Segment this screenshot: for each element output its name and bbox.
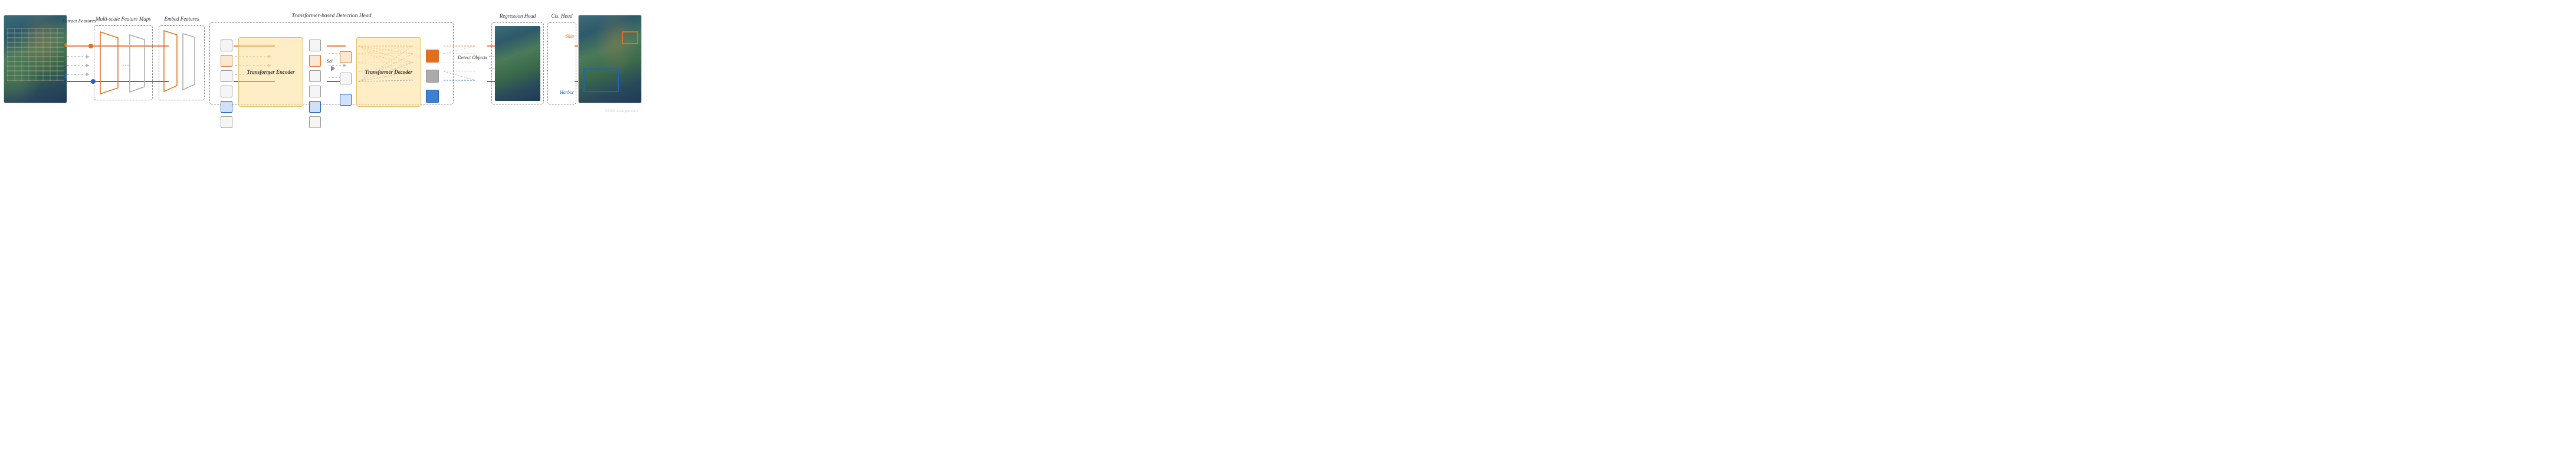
sel-label: Sel. — [327, 58, 334, 64]
enc-out-orange — [309, 55, 321, 67]
detect-objects-label: Detect Objects — [458, 54, 487, 61]
bounding-box-ship — [622, 31, 638, 44]
cls-head-label: Cls. Head — [552, 13, 573, 19]
query-box-3 — [221, 70, 232, 82]
satellite-image-content-right — [579, 15, 641, 103]
cls-head-section: Cls. Head Ship Harbor — [546, 12, 578, 106]
query-box-orange — [221, 55, 232, 67]
dec-out-gray — [426, 70, 439, 83]
embed-dashed-box — [159, 25, 205, 100]
query-box-6 — [221, 116, 232, 128]
satellite-image-right — [578, 15, 642, 103]
ship-label: Ship — [566, 34, 574, 39]
regression-head-section: Regression Head — [490, 12, 546, 106]
regression-head-label: Regression Head — [500, 13, 536, 19]
transformer-section: Transformer-based Detection Head Transfo… — [208, 12, 455, 106]
enc-out-blue — [309, 101, 321, 113]
extract-features-region: Extract Features — [67, 15, 91, 103]
query-boxes — [221, 40, 232, 128]
regression-sat-image — [495, 26, 540, 101]
decoder-label: Transformer Decoder — [365, 68, 412, 76]
embed-pyramid-svg — [162, 28, 204, 96]
enc-out-1 — [309, 40, 321, 51]
bounding-box-harbor — [583, 68, 619, 92]
sel-arrow — [331, 66, 335, 71]
transformer-label: Transformer-based Detection Head — [292, 13, 372, 19]
query-box-1 — [221, 40, 232, 51]
satellite-image-content-left — [4, 15, 67, 103]
sel-box-orange — [340, 51, 352, 63]
dec-out-blue — [426, 90, 439, 103]
multi-scale-dashed-box: … — [94, 25, 153, 100]
detect-objects-region: Detect Objects — [455, 15, 490, 103]
query-box-blue — [221, 101, 232, 113]
enc-out-4 — [309, 86, 321, 97]
svg-text:…: … — [122, 59, 129, 67]
embed-features-section: Embed Features — [156, 15, 208, 103]
satellite-image-left — [4, 15, 67, 103]
feature-pyramid-svg: … — [97, 29, 156, 97]
sel-box-blue — [340, 94, 352, 106]
sel-box-gray — [340, 73, 352, 84]
watermark: ©2023 example.com — [605, 110, 638, 113]
cls-dashed-box: Ship Harbor — [547, 22, 576, 104]
encoder-output-boxes — [309, 40, 321, 128]
harbor-label: Harbor — [560, 90, 574, 95]
regression-dashed-box — [491, 22, 544, 104]
diagram-container: Extract Features Multi-scale Feature Map… — [4, 4, 641, 115]
enc-out-6 — [309, 116, 321, 128]
decoder-box: Transformer Decoder — [356, 37, 421, 107]
multi-scale-section: Multi-scale Feature Maps … — [91, 15, 156, 103]
dec-out-orange — [426, 50, 439, 63]
embed-features-label: Embed Features — [165, 16, 199, 22]
encoder-box: Transformer Encoder — [238, 37, 303, 107]
enc-out-3 — [309, 70, 321, 82]
encoder-label: Transformer Encoder — [247, 68, 295, 76]
multi-scale-label: Multi-scale Feature Maps — [96, 16, 151, 22]
selected-boxes — [340, 40, 352, 106]
transformer-dashed-box: Transformer Encoder Sel. — [209, 22, 454, 104]
decoder-output-boxes — [426, 50, 439, 103]
query-box-4 — [221, 86, 232, 97]
